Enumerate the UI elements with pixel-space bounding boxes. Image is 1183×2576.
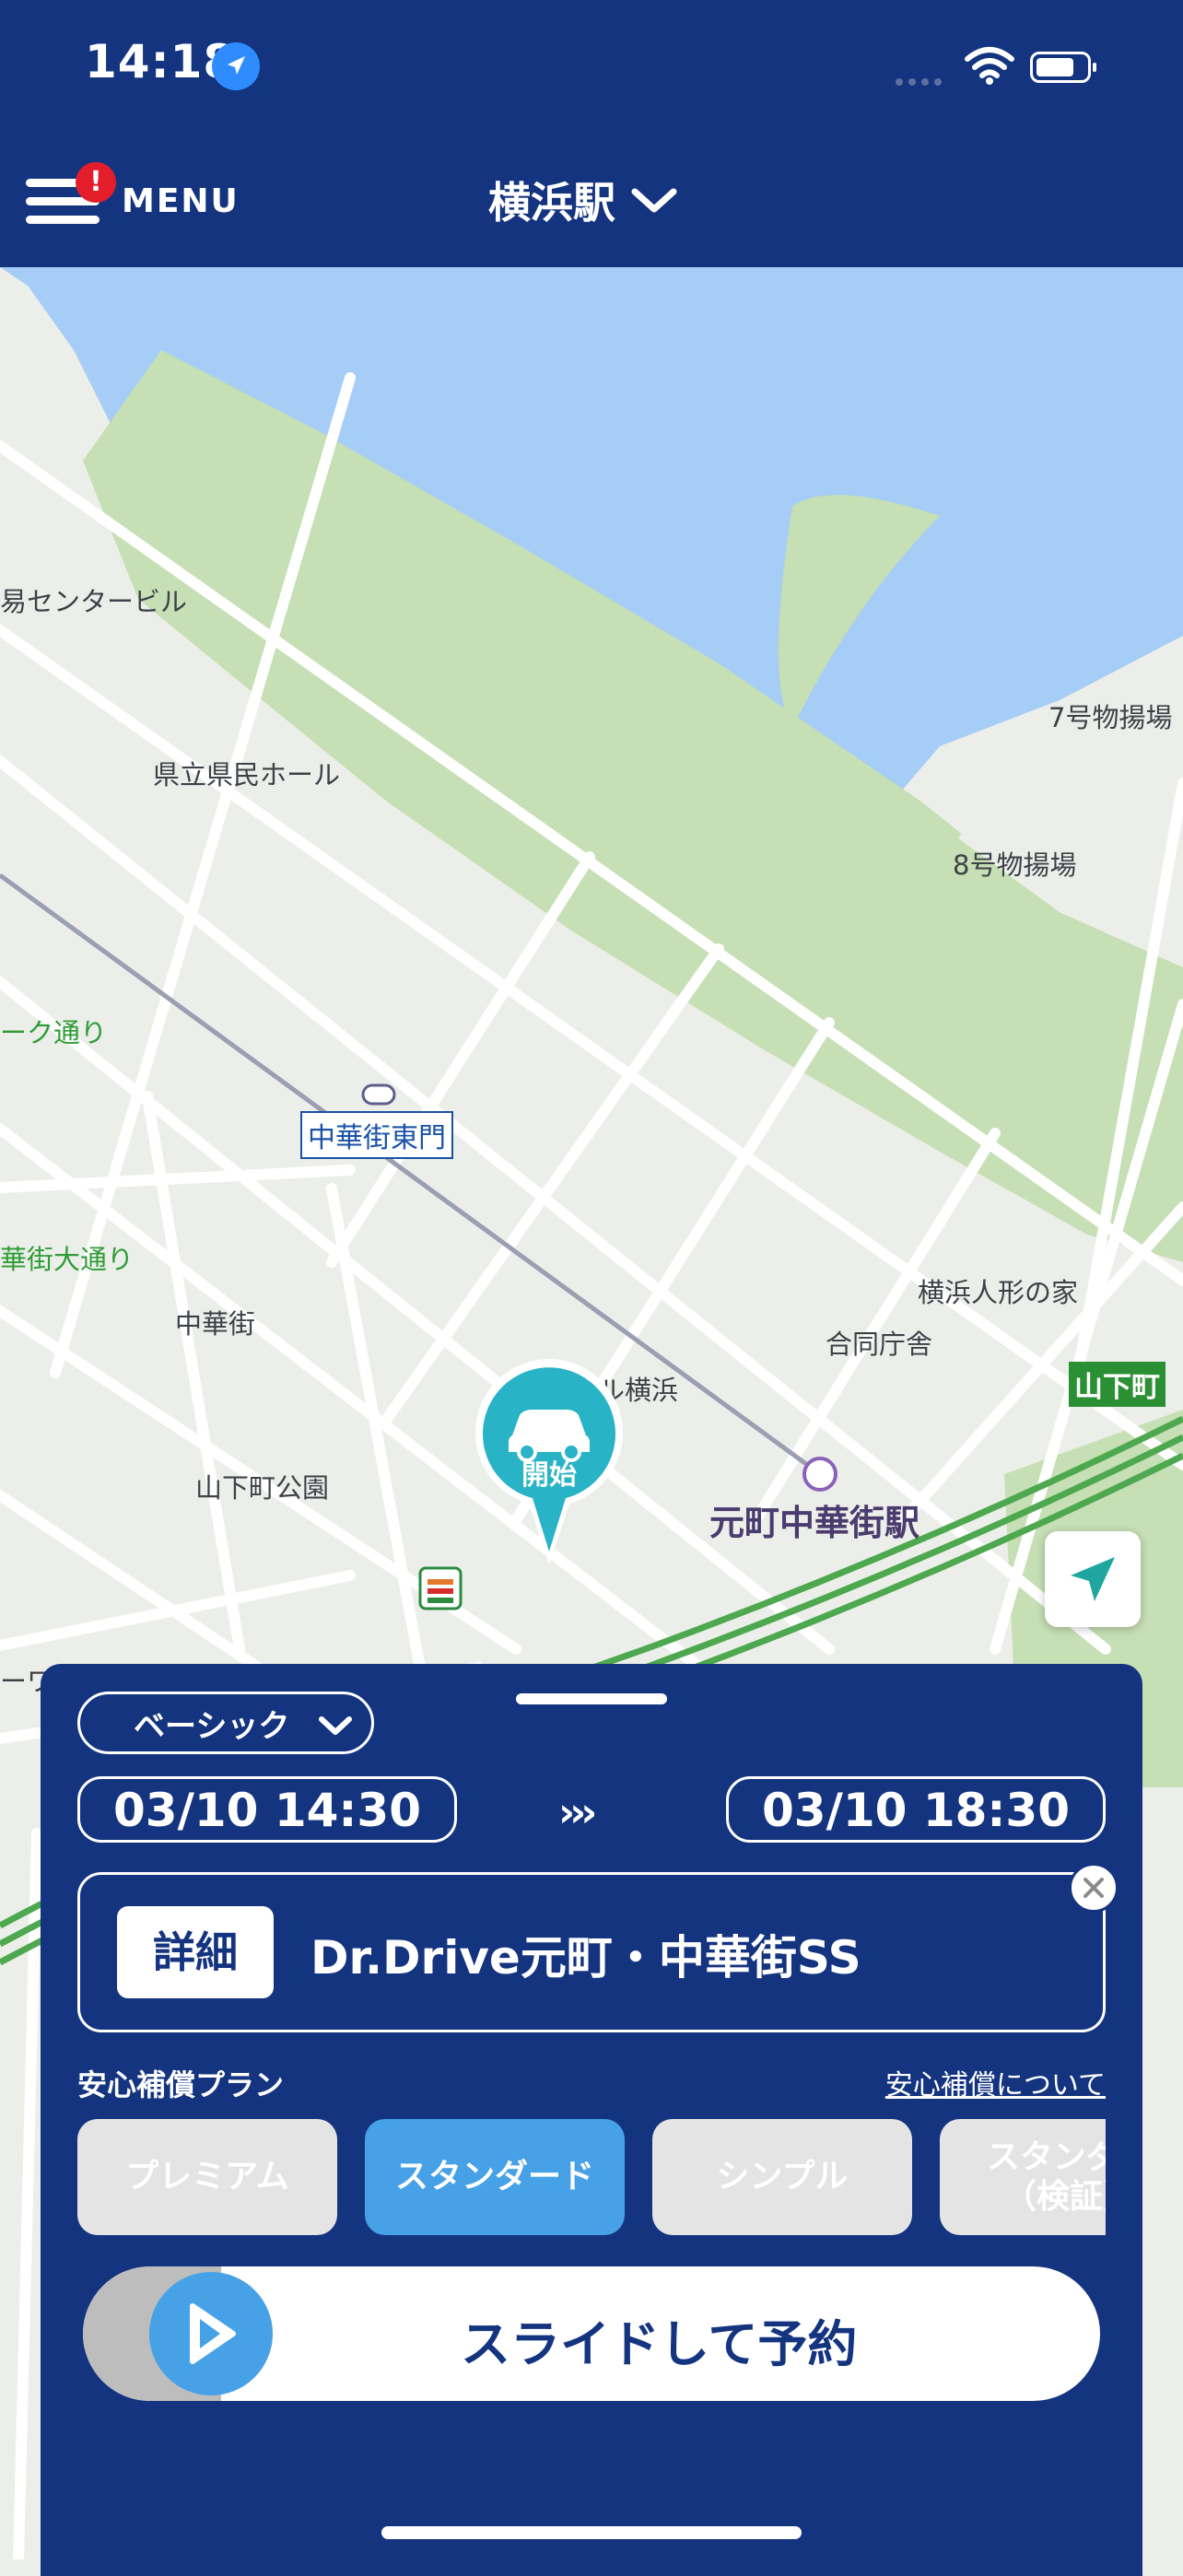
end-datetime-button[interactable]: 03/10 18:30 [726,1776,1106,1843]
map-exit-label: 山下町 [1069,1362,1165,1407]
slide-to-reserve-label: スライドして予約 [461,2315,858,2373]
reservation-sheet: ベーシック 03/10 14:30 ››› 03/10 18:30 詳細 Dr.… [41,1664,1142,2576]
map-label: 県立県民ホール [153,759,341,790]
map-label: 華街大通り [0,1244,135,1275]
insurance-plan-standard[interactable]: スタンダード [365,2119,625,2235]
top-bar: 14:18 ! MENU 横浜駅 [0,0,1183,267]
range-arrows-icon: ››› [558,1789,597,1836]
map-label: 山下町公園 [195,1472,330,1504]
plan-type-label: ベーシック [134,1707,290,1745]
menu-button[interactable]: ! MENU [26,162,238,245]
map-label: 横浜人形の家 [918,1277,1079,1308]
start-datetime-button[interactable]: 03/10 14:30 [77,1776,457,1843]
selected-station-card[interactable]: 詳細 Dr.Drive元町・中華街SS [77,1872,1106,2032]
pin-label: 開始 [521,1459,577,1492]
station-name: Dr.Drive元町・中華街SS [310,1931,861,1985]
clear-station-button[interactable] [1069,1863,1119,1913]
chevron-down-icon [319,1716,352,1735]
map-label: 中華街 [175,1308,256,1340]
detail-button[interactable]: 詳細 [117,1906,274,1998]
insurance-plan-standard-verify[interactable]: スタンダー （検証） [940,2119,1106,2235]
insurance-plan-simple[interactable]: シンプル [652,2119,912,2235]
location-services-icon [212,42,260,90]
station-selector[interactable]: 横浜駅 [488,168,678,232]
insurance-plan-premium[interactable]: プレミアム [77,2119,337,2235]
map-label: 易センタービル [0,586,188,617]
map-label: 合同庁舎 [826,1329,933,1360]
station-selector-label: 横浜駅 [488,178,615,228]
insurance-plan-title: 安心補償プラン [77,2067,285,2102]
slider-knob[interactable] [149,2272,273,2395]
map-label: 7号物揚場 [1048,702,1173,733]
menu-label: MENU [122,182,240,220]
notification-badge: ! [76,162,116,203]
start-location-pin[interactable]: 開始 [472,1356,627,1568]
map-station-label: 中華街東門 [300,1111,453,1159]
chevron-down-icon [631,188,677,213]
wifi-icon [964,46,1015,88]
navigation-arrow-icon [1071,1557,1115,1601]
plan-type-dropdown[interactable]: ベーシック [77,1692,374,1754]
cellular-signal-icon [896,72,947,89]
battery-icon [1030,52,1096,83]
insurance-info-link[interactable]: 安心補償について [885,2062,1106,2102]
close-icon [1083,1878,1104,1898]
insurance-plan-options: プレミアム スタンダード シンプル スタンダー （検証） [77,2119,1106,2235]
home-indicator[interactable] [381,2526,802,2539]
sheet-grabber[interactable] [516,1693,667,1704]
current-location-button[interactable] [1045,1531,1141,1627]
map-label: 8号物揚場 [953,849,1077,881]
map-station-label: 元町中華街駅 [709,1503,920,1543]
slide-to-reserve[interactable]: スライドして予約 [83,2266,1100,2401]
map-label: ーク通り [0,1017,108,1048]
play-icon [190,2303,236,2364]
